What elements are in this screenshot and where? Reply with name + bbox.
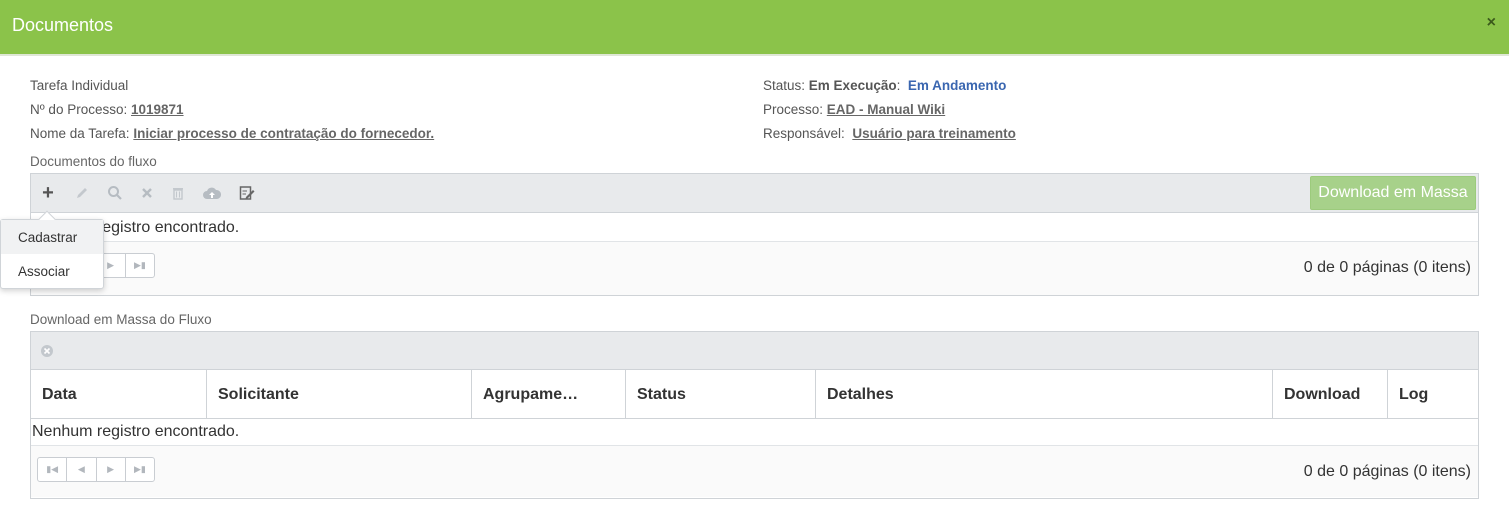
last-page-icon[interactable]: ▶▮ (126, 254, 154, 277)
mass-download-grid: Data Solicitante Agrupame… Status Detalh… (30, 331, 1479, 499)
mass-download-toolbar (31, 332, 1478, 370)
column-header-download[interactable]: Download (1273, 370, 1388, 418)
status-info: Status: Em Execução: Em Andamento Proces… (763, 78, 1016, 141)
status-sub-value: Em Andamento (907, 78, 1007, 93)
next-page-icon[interactable]: ▶ (97, 458, 126, 481)
add-menu-popup: Cadastrar Associar (0, 210, 104, 289)
process-number-link[interactable]: 1019871 (131, 102, 184, 117)
column-header-solicitante[interactable]: Solicitante (207, 370, 472, 418)
column-header-detalhes[interactable]: Detalhes (816, 370, 1273, 418)
last-page-icon[interactable]: ▶▮ (126, 458, 154, 481)
column-header-log[interactable]: Log (1388, 370, 1478, 418)
menu-item-associar[interactable]: Associar (1, 254, 103, 288)
dialog-title: Documentos (12, 15, 114, 35)
edit-icon[interactable] (71, 182, 93, 204)
mass-download-header: Data Solicitante Agrupame… Status Detalh… (31, 370, 1478, 419)
task-name-link[interactable]: Iniciar processo de contratação do forne… (133, 126, 434, 141)
first-page-icon[interactable]: ▮◀ (38, 458, 68, 481)
flow-docs-pager-row: ▮◀ ◀ ▶ ▶▮ 0 de 0 páginas (0 itens) (31, 242, 1478, 295)
prev-page-icon[interactable]: ◀ (67, 458, 97, 481)
column-header-agrupamento[interactable]: Agrupame… (472, 370, 626, 418)
mass-download-pager-row: ▮◀ ◀ ▶ ▶▮ 0 de 0 páginas (0 itens) (31, 446, 1478, 497)
sign-icon[interactable] (236, 182, 258, 204)
task-name-label: Nome da Tarefa: (30, 126, 130, 141)
process-label: Processo: (763, 102, 824, 117)
column-header-status[interactable]: Status (626, 370, 816, 418)
owner-label: Responsável: (763, 126, 845, 141)
mass-download-empty-row: Nenhum registro encontrado. (31, 419, 1478, 446)
flow-docs-empty-row: Nenhum registro encontrado. (31, 213, 1478, 242)
mass-download-pager-info: 0 de 0 páginas (0 itens) (1303, 463, 1471, 480)
trash-icon[interactable] (167, 182, 189, 204)
close-icon[interactable]: × (1487, 14, 1496, 32)
task-type: Tarefa Individual (30, 78, 129, 93)
process-link[interactable]: EAD - Manual Wiki (827, 102, 945, 117)
mass-download-pager: ▮◀ ◀ ▶ ▶▮ (37, 457, 155, 482)
owner-link[interactable]: Usuário para treinamento (852, 126, 1016, 141)
download-mass-button[interactable]: Download em Massa (1310, 176, 1476, 210)
dialog-header: Documentos × (0, 0, 1509, 56)
search-icon[interactable] (104, 182, 126, 204)
add-icon[interactable]: + (37, 182, 59, 204)
menu-item-cadastrar[interactable]: Cadastrar (1, 220, 103, 254)
process-number-label: Nº do Processo: (30, 102, 128, 117)
task-info: Tarefa Individual Nº do Processo: 101987… (30, 74, 434, 146)
mass-download-label: Download em Massa do Fluxo (30, 312, 212, 327)
flow-docs-grid: + Download em Massa Nenhum registro enco… (30, 173, 1479, 296)
cloud-upload-icon[interactable] (201, 182, 223, 204)
flow-docs-toolbar: + Download em Massa (31, 174, 1478, 213)
column-header-data[interactable]: Data (31, 370, 207, 418)
flow-docs-pager-info: 0 de 0 páginas (0 itens) (1303, 259, 1471, 276)
status-label: Status: (763, 78, 806, 93)
cancel-circle-icon[interactable] (36, 340, 58, 362)
status-value: Em Execução (808, 78, 897, 93)
delete-icon[interactable] (136, 182, 158, 204)
flow-docs-label: Documentos do fluxo (30, 154, 157, 169)
